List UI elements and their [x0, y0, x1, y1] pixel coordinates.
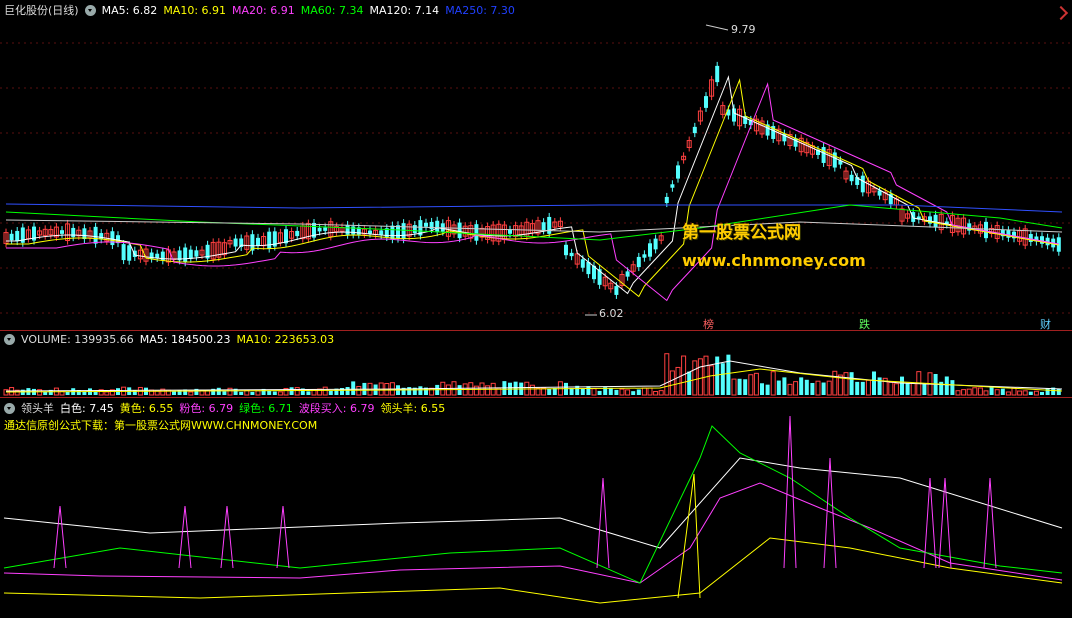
indicator-header: 领头羊 白色: 7.45 黄色: 6.55 粉色: 6.79 绿色: 6.71 波段买入:… — [4, 400, 445, 416]
price-chart[interactable] — [0, 0, 1072, 330]
ma-legend-item-1: MA10: 6.91 — [163, 3, 227, 17]
volume-legend-item-2: MA10: 223653.03 — [236, 333, 335, 346]
collapse-toggle-icon[interactable] — [4, 334, 15, 345]
low-price-label: 6.02 — [599, 307, 624, 320]
volume-legend: VOLUME: 139935.66 MA5: 184500.23 MA10: 223… — [21, 333, 334, 346]
ma-legend-item-2: MA20: 6.91 — [232, 3, 295, 17]
collapse-toggle-icon[interactable] — [4, 402, 15, 414]
ma-legend-item-3: MA60: 7.34 — [300, 3, 364, 17]
indicator-legend-item-5: 波段买入: 6.79 — [298, 402, 375, 415]
indicator-panel[interactable]: 领头羊 白色: 7.45 黄色: 6.55 粉色: 6.79 绿色: 6.71 波段买入:… — [0, 398, 1072, 618]
indicator-legend-item-3: 粉色: 6.79 — [179, 402, 234, 415]
price-panel[interactable]: 巨化股份(日线) MA5: 6.82 MA10: 6.91 MA20: 6.91 MA… — [0, 0, 1072, 331]
ma-legend-item-4: MA120: 7.14 — [369, 3, 440, 17]
indicator-legend-item-4: 绿色: 6.71 — [239, 402, 293, 415]
watermark-title: 第一股票公式网 — [682, 223, 801, 243]
watermark-url: www.chnmoney.com — [682, 251, 866, 270]
volume-header: VOLUME: 139935.66 MA5: 184500.23 MA10: 223… — [4, 333, 334, 346]
high-price-label: 9.79 — [731, 23, 756, 36]
indicator-legend-item-6: 领头羊: 6.55 — [380, 402, 446, 415]
indicator-legend-item-1: 白色: 7.45 — [60, 402, 114, 415]
volume-legend-item-0: VOLUME: 139935.66 — [21, 333, 134, 346]
ma-legend-item-0: MA5: 6.82 — [101, 3, 158, 17]
indicator-subtitle: 通达信原创公式下载：第一股票公式网WWW.CHNMONEY.COM — [4, 419, 318, 432]
price-header: 巨化股份(日线) MA5: 6.82 MA10: 6.91 MA20: 6.91 MA… — [4, 2, 515, 18]
volume-legend-item-1: MA5: 184500.23 — [139, 333, 231, 346]
indicator-legend-item-2: 黄色: 6.55 — [119, 402, 174, 415]
ma-legend-item-5: MA250: 7.30 — [445, 3, 515, 17]
indicator-legend: 领头羊 白色: 7.45 黄色: 6.55 粉色: 6.79 绿色: 6.71 波段买入:… — [21, 400, 445, 416]
indicator-legend-item-0: 领头羊 — [21, 402, 54, 415]
ma-legend: MA5: 6.82 MA10: 6.91 MA20: 6.91 MA60: 7.34 M… — [102, 4, 515, 17]
stock-name: 巨化股份(日线) — [4, 4, 79, 17]
volume-panel[interactable]: VOLUME: 139935.66 MA5: 184500.23 MA10: 223… — [0, 331, 1072, 397]
collapse-toggle-icon[interactable] — [84, 4, 96, 16]
